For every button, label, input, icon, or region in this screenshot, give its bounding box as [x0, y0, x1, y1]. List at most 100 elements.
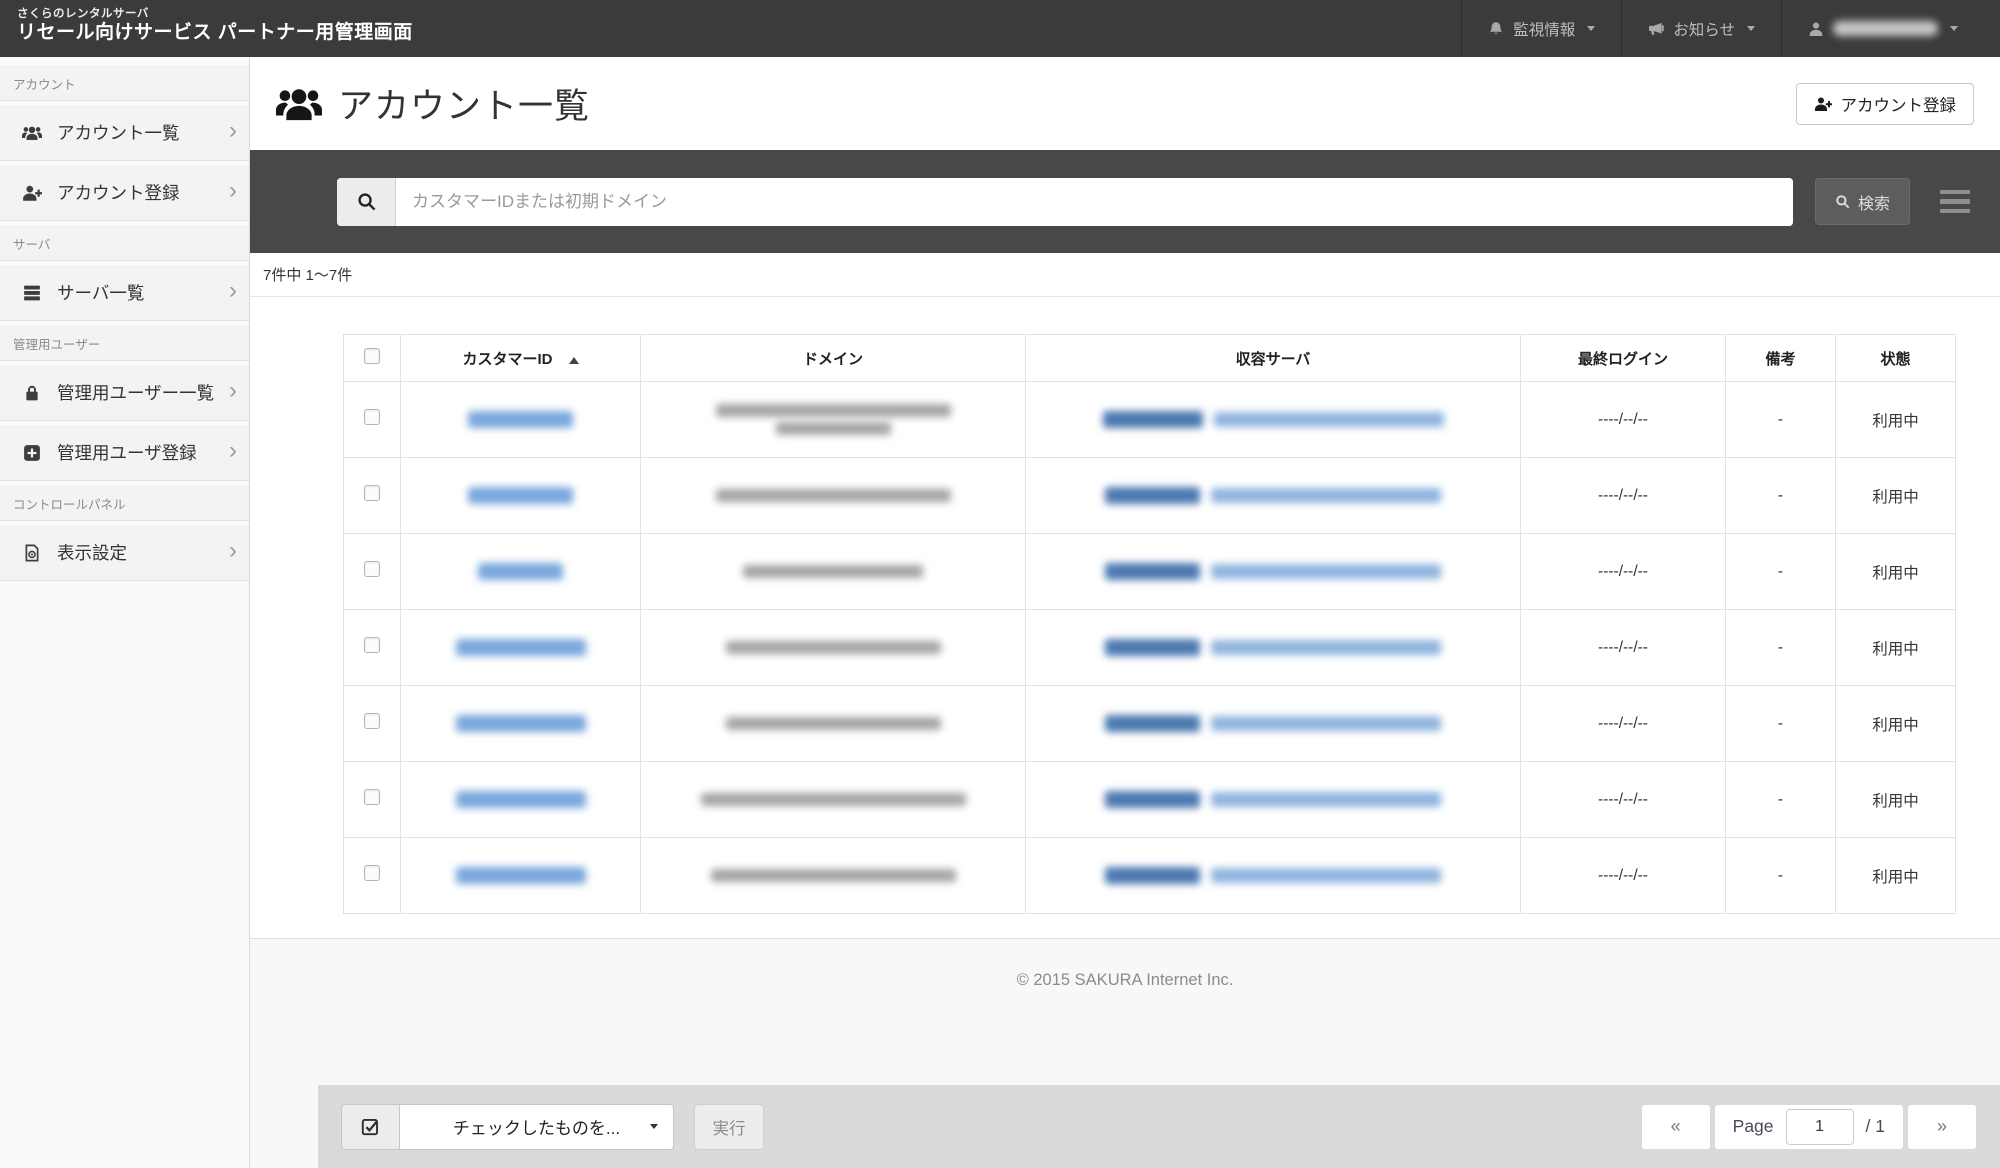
- customer-id-cell: [401, 534, 641, 610]
- sidebar-item-label: アカウント登録: [57, 180, 229, 205]
- domain-cell: [641, 838, 1026, 914]
- bulk-action-selected-label: チェックしたものを...: [453, 1114, 620, 1139]
- customer-id-link-redacted[interactable]: [456, 715, 586, 732]
- column-header[interactable]: 最終ログイン: [1521, 335, 1726, 382]
- account-register-button[interactable]: アカウント登録: [1796, 83, 1975, 125]
- sidebar-item-label: 管理用ユーザ登録: [57, 440, 229, 465]
- customer-id-link-redacted[interactable]: [468, 411, 573, 428]
- sidebar-item-label: 表示設定: [57, 540, 229, 565]
- user-name-redacted: [1833, 21, 1938, 36]
- sidebar-item-display-settings[interactable]: 表示設定›: [0, 525, 249, 581]
- row-checkbox[interactable]: [364, 713, 380, 729]
- select-all-checkbox[interactable]: [364, 348, 380, 364]
- page-label: Page: [1733, 1116, 1774, 1137]
- customer-id-link-redacted[interactable]: [468, 487, 573, 504]
- row-checkbox[interactable]: [364, 561, 380, 577]
- result-count: 7件中 1〜7件: [250, 253, 2000, 297]
- server-host-link-redacted[interactable]: [1211, 716, 1441, 731]
- note-cell: -: [1726, 382, 1836, 458]
- domain-cell: [641, 762, 1026, 838]
- menu-monitoring[interactable]: 監視情報: [1461, 0, 1621, 57]
- page-indicator: Page / 1: [1714, 1104, 1904, 1150]
- row-checkbox[interactable]: [364, 637, 380, 653]
- table-area: カスタマーIDドメイン収容サーバ最終ログイン備考状態----/--/---利用中…: [250, 297, 2000, 939]
- table-row: ----/--/---利用中: [344, 382, 1956, 458]
- server-host-link-redacted[interactable]: [1211, 488, 1441, 503]
- status-cell: 利用中: [1836, 382, 1956, 458]
- domain-text-redacted: [743, 565, 923, 578]
- sidebar-item-account-register[interactable]: アカウント登録›: [0, 165, 249, 221]
- last-login-cell: ----/--/--: [1521, 762, 1726, 838]
- row-checkbox[interactable]: [364, 485, 380, 501]
- server-name-redacted: [1105, 791, 1200, 808]
- sidebar-item-account-list[interactable]: アカウント一覧›: [0, 105, 249, 161]
- domain-text-redacted: [701, 793, 966, 806]
- menu-toggle-icon[interactable]: [1940, 190, 1970, 214]
- domain-text-redacted: [716, 489, 951, 502]
- customer-id-link-redacted[interactable]: [456, 639, 586, 656]
- column-header-label: 最終ログイン: [1578, 351, 1668, 368]
- execute-button[interactable]: 実行: [694, 1104, 764, 1150]
- menu-user-account[interactable]: [1781, 0, 2000, 57]
- page-number-input[interactable]: [1786, 1109, 1854, 1145]
- column-header-label: 状態: [1880, 351, 1910, 368]
- last-login-cell: ----/--/--: [1521, 686, 1726, 762]
- customer-id-cell: [401, 610, 641, 686]
- table-row: ----/--/---利用中: [344, 534, 1956, 610]
- plus-square-icon: [22, 444, 48, 462]
- search-button-label: 検索: [1858, 190, 1890, 214]
- column-header[interactable]: ドメイン: [641, 335, 1026, 382]
- server-host-link-redacted[interactable]: [1211, 564, 1441, 579]
- status-cell: 利用中: [1836, 762, 1956, 838]
- status-cell: 利用中: [1836, 610, 1956, 686]
- server-host-link-redacted[interactable]: [1211, 868, 1441, 883]
- sidebar-section-label: サーバ: [0, 225, 249, 261]
- row-checkbox[interactable]: [364, 409, 380, 425]
- column-header[interactable]: カスタマーID: [401, 335, 641, 382]
- users-icon: [22, 124, 48, 142]
- bulk-action-select[interactable]: チェックしたものを...: [399, 1104, 674, 1150]
- last-login-cell: ----/--/--: [1521, 534, 1726, 610]
- sidebar-item-server-list[interactable]: サーバ一覧›: [0, 265, 249, 321]
- customer-id-link-redacted[interactable]: [456, 867, 586, 884]
- last-login-cell: ----/--/--: [1521, 458, 1726, 534]
- sidebar-item-label: 管理用ユーザー一覧: [57, 380, 229, 405]
- main-content: アカウント一覧 アカウント登録: [250, 57, 2000, 1168]
- server-name-redacted: [1105, 639, 1200, 656]
- chevron-right-icon: ›: [229, 279, 237, 307]
- copyright: © 2015 SAKURA Internet Inc.: [250, 971, 2000, 990]
- users-icon: [276, 85, 322, 123]
- server-host-link-redacted[interactable]: [1214, 412, 1444, 427]
- page-title-bar: アカウント一覧 アカウント登録: [250, 57, 2000, 150]
- search-bar: 検索: [250, 150, 2000, 253]
- search-input[interactable]: [396, 178, 1793, 226]
- sidebar-item-admin-user-list[interactable]: 管理用ユーザー一覧›: [0, 365, 249, 421]
- note-cell: -: [1726, 458, 1836, 534]
- search-button[interactable]: 検索: [1815, 178, 1910, 225]
- user-plus-icon: [1814, 96, 1832, 112]
- lock-icon: [22, 384, 48, 402]
- column-header[interactable]: 状態: [1836, 335, 1956, 382]
- bell-icon: [1488, 21, 1504, 37]
- row-checkbox[interactable]: [364, 865, 380, 881]
- column-header[interactable]: 収容サーバ: [1026, 335, 1521, 382]
- server-host-link-redacted[interactable]: [1211, 792, 1441, 807]
- customer-id-link-redacted[interactable]: [456, 791, 586, 808]
- chevron-down-icon: [1587, 26, 1595, 31]
- column-header[interactable]: 備考: [1726, 335, 1836, 382]
- row-checkbox[interactable]: [364, 789, 380, 805]
- customer-id-link-redacted[interactable]: [478, 563, 563, 580]
- chevron-down-icon: [650, 1124, 658, 1129]
- page-title: アカウント一覧: [338, 78, 590, 129]
- domain-text-redacted: [726, 717, 941, 730]
- customer-id-cell: [401, 838, 641, 914]
- next-page-button[interactable]: »: [1907, 1104, 1977, 1150]
- chevron-down-icon: [1950, 26, 1958, 31]
- prev-page-button[interactable]: «: [1641, 1104, 1711, 1150]
- server-name-redacted: [1105, 563, 1200, 580]
- menu-news[interactable]: お知らせ: [1621, 0, 1781, 57]
- server-host-link-redacted[interactable]: [1211, 640, 1441, 655]
- sidebar-item-admin-user-register[interactable]: 管理用ユーザ登録›: [0, 425, 249, 481]
- customer-id-cell: [401, 458, 641, 534]
- last-login-cell: ----/--/--: [1521, 838, 1726, 914]
